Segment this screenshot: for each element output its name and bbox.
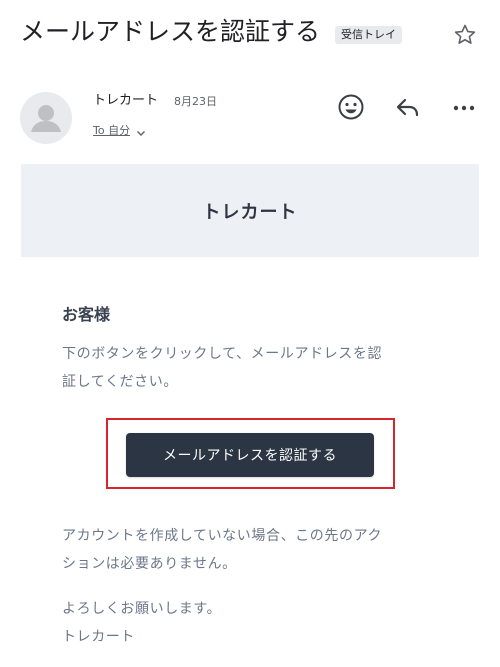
recipient-details[interactable]: To 自分 [93,122,146,140]
recipient-label: To 自分 [93,124,131,137]
disclaimer-line: アカウントを作成していない場合、この先のアク [62,528,383,544]
reply-icon[interactable] [393,92,423,122]
verify-email-button[interactable]: メールアドレスを認証する [126,433,374,477]
signature: トレカート [62,629,135,645]
subject-row: メールアドレスを認証する 受信トレイ [20,12,480,56]
more-icon[interactable] [449,92,479,122]
email-subject: メールアドレスを認証する [20,17,321,46]
brand-title: トレカート [202,202,298,223]
star-icon[interactable] [452,22,478,48]
brand-banner: トレカート [21,164,479,257]
greeting: お客様 [62,305,111,324]
disclaimer-line: ションは必要ありません。 [62,556,237,572]
closing-line: よろしくお願いします。 [62,601,222,617]
instruction-line: 下のボタンをクリックして、メールアドレスを認 [62,346,383,362]
avatar-person-icon [31,105,61,132]
instruction-line: 証してください。 [62,374,178,390]
emoji-icon[interactable] [336,92,366,122]
sent-date: 8月23日 [174,95,217,108]
chevron-down-icon [136,126,146,136]
email-view: メールアドレスを認証する 受信トレイ トレカート 8月23日 To 自分 トレカ… [0,0,500,667]
disclaimer-text: アカウントを作成していない場合、この先のアク ションは必要ありません。 [62,522,447,578]
closing-text: よろしくお願いします。 トレカート [62,595,221,651]
inbox-label[interactable]: 受信トレイ [335,26,402,44]
sender-name[interactable]: トレカート [93,92,158,110]
instruction-text: 下のボタンをクリックして、メールアドレスを認 証してください。 [62,340,442,396]
sender-avatar[interactable] [20,92,72,144]
